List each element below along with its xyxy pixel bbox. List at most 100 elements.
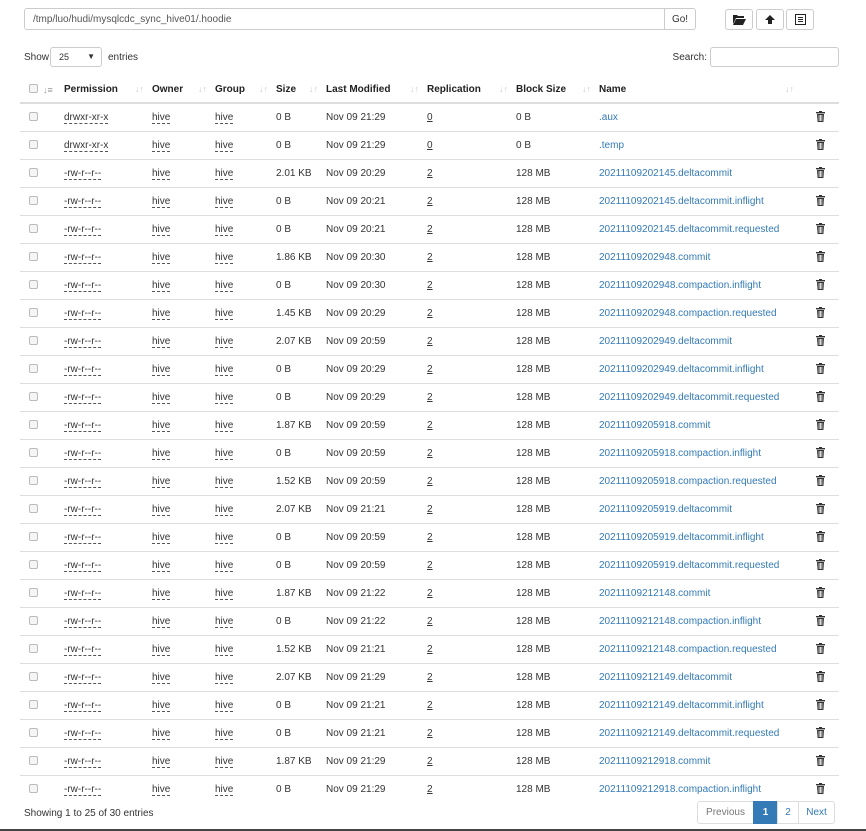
upload-button[interactable] xyxy=(756,9,784,30)
file-name-link[interactable]: 20211109202145.deltacommit.inflight xyxy=(599,196,764,207)
replication-value[interactable]: 2 xyxy=(427,252,433,263)
row-checkbox[interactable] xyxy=(29,615,38,625)
delete-button[interactable] xyxy=(802,103,839,132)
owner-value[interactable]: hive xyxy=(152,616,171,628)
group-value[interactable]: hive xyxy=(215,168,234,180)
owner-value[interactable]: hive xyxy=(152,308,171,320)
group-value[interactable]: hive xyxy=(215,728,234,740)
file-name-link[interactable]: .temp xyxy=(599,140,624,151)
row-checkbox[interactable] xyxy=(29,475,38,485)
delete-button[interactable] xyxy=(802,271,839,300)
group-value[interactable]: hive xyxy=(215,560,234,572)
file-name-link[interactable]: 20211109205919.deltacommit xyxy=(599,504,732,515)
row-checkbox[interactable] xyxy=(29,503,38,513)
column-header-size[interactable]: Size ↓↑ xyxy=(276,77,326,104)
replication-value[interactable]: 2 xyxy=(427,224,433,235)
replication-value[interactable]: 2 xyxy=(427,588,433,599)
replication-value[interactable]: 2 xyxy=(427,308,433,319)
replication-value[interactable]: 2 xyxy=(427,644,433,655)
row-checkbox[interactable] xyxy=(29,335,38,345)
delete-button[interactable] xyxy=(802,383,839,412)
delete-button[interactable] xyxy=(802,635,839,664)
group-value[interactable]: hive xyxy=(215,420,234,432)
permission-value[interactable]: -rw-r--r-- xyxy=(64,252,102,264)
owner-value[interactable]: hive xyxy=(152,504,171,516)
replication-value[interactable]: 2 xyxy=(427,448,433,459)
owner-value[interactable]: hive xyxy=(152,112,171,124)
replication-value[interactable]: 2 xyxy=(427,364,433,375)
permission-value[interactable]: -rw-r--r-- xyxy=(64,560,102,572)
delete-button[interactable] xyxy=(802,747,839,776)
replication-value[interactable]: 2 xyxy=(427,756,433,767)
row-checkbox[interactable] xyxy=(29,363,38,373)
replication-value[interactable]: 2 xyxy=(427,504,433,515)
group-value[interactable]: hive xyxy=(215,140,234,152)
row-checkbox[interactable] xyxy=(29,783,38,793)
previous-page-button[interactable]: Previous xyxy=(697,801,754,824)
group-value[interactable]: hive xyxy=(215,504,234,516)
page-1-button[interactable]: 1 xyxy=(753,801,778,824)
group-value[interactable]: hive xyxy=(215,588,234,600)
row-checkbox[interactable] xyxy=(29,167,38,177)
group-value[interactable]: hive xyxy=(215,672,234,684)
owner-value[interactable]: hive xyxy=(152,224,171,236)
select-all-checkbox[interactable] xyxy=(29,83,38,93)
delete-button[interactable] xyxy=(802,495,839,524)
row-checkbox[interactable] xyxy=(29,307,38,317)
permission-value[interactable]: -rw-r--r-- xyxy=(64,392,102,404)
delete-button[interactable] xyxy=(802,467,839,496)
permission-value[interactable]: -rw-r--r-- xyxy=(64,504,102,516)
file-name-link[interactable]: 20211109212149.deltacommit.requested xyxy=(599,728,779,739)
delete-button[interactable] xyxy=(802,523,839,552)
replication-value[interactable]: 2 xyxy=(427,672,433,683)
column-header-replication[interactable]: Replication ↓↑ xyxy=(427,77,516,104)
group-value[interactable]: hive xyxy=(215,700,234,712)
file-name-link[interactable]: 20211109212148.compaction.inflight xyxy=(599,616,761,627)
permission-value[interactable]: -rw-r--r-- xyxy=(64,644,102,656)
replication-value[interactable]: 2 xyxy=(427,280,433,291)
replication-value[interactable]: 2 xyxy=(427,532,433,543)
file-name-link[interactable]: 20211109202949.deltacommit xyxy=(599,336,732,347)
file-name-link[interactable]: 20211109202948.commit xyxy=(599,252,710,263)
next-page-button[interactable]: Next xyxy=(798,801,835,824)
mkdir-button[interactable] xyxy=(725,9,753,30)
group-value[interactable]: hive xyxy=(215,756,234,768)
replication-value[interactable]: 2 xyxy=(427,560,433,571)
permission-value[interactable]: -rw-r--r-- xyxy=(64,756,102,768)
owner-value[interactable]: hive xyxy=(152,700,171,712)
delete-button[interactable] xyxy=(802,719,839,748)
row-checkbox[interactable] xyxy=(29,699,38,709)
file-name-link[interactable]: 20211109212148.commit xyxy=(599,588,710,599)
replication-value[interactable]: 0 xyxy=(427,140,433,151)
row-checkbox[interactable] xyxy=(29,755,38,765)
replication-value[interactable]: 2 xyxy=(427,420,433,431)
file-name-link[interactable]: .aux xyxy=(599,112,618,123)
owner-value[interactable]: hive xyxy=(152,336,171,348)
replication-value[interactable]: 2 xyxy=(427,196,433,207)
cut-list-button[interactable] xyxy=(786,9,814,30)
owner-value[interactable]: hive xyxy=(152,392,171,404)
group-value[interactable]: hive xyxy=(215,476,234,488)
file-name-link[interactable]: 20211109202949.deltacommit.inflight xyxy=(599,364,764,375)
row-checkbox[interactable] xyxy=(29,559,38,569)
delete-button[interactable] xyxy=(802,439,839,468)
permission-value[interactable]: -rw-r--r-- xyxy=(64,364,102,376)
column-header-last-modified[interactable]: Last Modified ↓↑ xyxy=(326,77,427,104)
permission-value[interactable]: -rw-r--r-- xyxy=(64,336,102,348)
file-name-link[interactable]: 20211109202948.compaction.inflight xyxy=(599,280,761,291)
row-checkbox[interactable] xyxy=(29,251,38,261)
permission-value[interactable]: -rw-r--r-- xyxy=(64,784,102,796)
column-header-block-size[interactable]: Block Size ↓↑ xyxy=(516,77,599,104)
replication-value[interactable]: 2 xyxy=(427,476,433,487)
owner-value[interactable]: hive xyxy=(152,448,171,460)
owner-value[interactable]: hive xyxy=(152,420,171,432)
row-checkbox[interactable] xyxy=(29,447,38,457)
owner-value[interactable]: hive xyxy=(152,728,171,740)
replication-value[interactable]: 0 xyxy=(427,112,433,123)
file-name-link[interactable]: 20211109212148.compaction.requested xyxy=(599,644,777,655)
file-name-link[interactable]: 20211109202145.deltacommit xyxy=(599,168,732,179)
permission-value[interactable]: -rw-r--r-- xyxy=(64,532,102,544)
page-2-button[interactable]: 2 xyxy=(777,801,799,824)
permission-value[interactable]: drwxr-xr-x xyxy=(64,112,109,124)
permission-value[interactable]: -rw-r--r-- xyxy=(64,476,102,488)
